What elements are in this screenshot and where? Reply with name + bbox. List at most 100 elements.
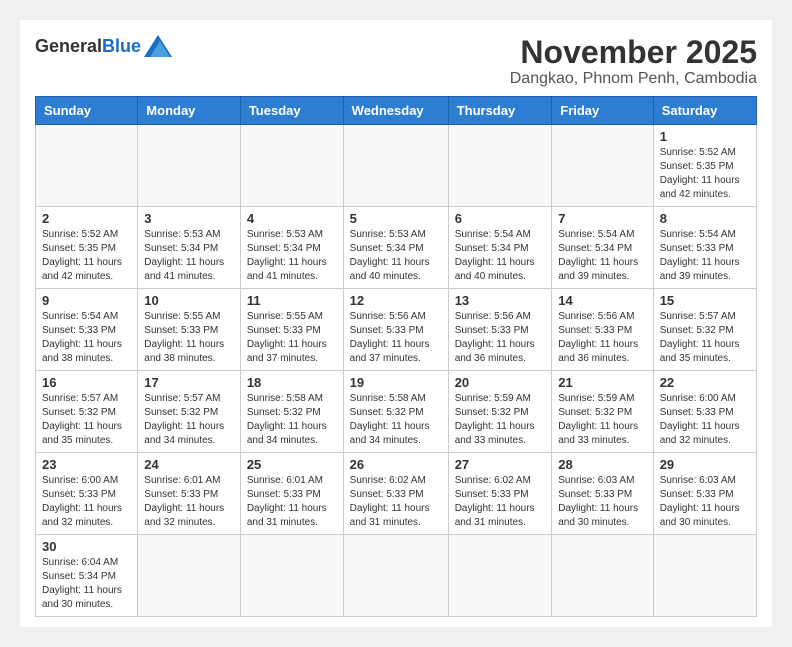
day-info: Sunrise: 5:57 AM Sunset: 5:32 PM Dayligh… — [660, 310, 750, 366]
day-number: 7 — [558, 211, 646, 226]
day-info: Sunrise: 6:03 AM Sunset: 5:33 PM Dayligh… — [558, 474, 646, 530]
calendar-week-3: 9 Sunrise: 5:54 AM Sunset: 5:33 PM Daylig… — [36, 289, 757, 371]
day-info: Sunrise: 5:54 AM Sunset: 5:34 PM Dayligh… — [558, 228, 646, 284]
day-number: 2 — [42, 211, 131, 226]
calendar-cell: 10 Sunrise: 5:55 AM Sunset: 5:33 PM Dayli… — [138, 289, 241, 371]
calendar-cell: 30 Sunrise: 6:04 AM Sunset: 5:34 PM Dayli… — [36, 535, 138, 617]
day-number: 10 — [144, 293, 234, 308]
day-number: 8 — [660, 211, 750, 226]
calendar-cell: 1 Sunrise: 5:52 AM Sunset: 5:35 PM Daylig… — [653, 125, 756, 207]
day-info: Sunrise: 6:01 AM Sunset: 5:33 PM Dayligh… — [144, 474, 234, 530]
day-number: 28 — [558, 457, 646, 472]
day-number: 30 — [42, 539, 131, 554]
calendar-cell — [138, 535, 241, 617]
calendar-cell: 15 Sunrise: 5:57 AM Sunset: 5:32 PM Dayli… — [653, 289, 756, 371]
calendar-cell: 4Sunrise: 5:53 AM Sunset: 5:34 PM Daylig… — [240, 207, 343, 289]
day-info: Sunrise: 6:00 AM Sunset: 5:33 PM Dayligh… — [660, 392, 750, 448]
calendar-cell: 27 Sunrise: 6:02 AM Sunset: 5:33 PM Dayli… — [448, 453, 552, 535]
weekday-header-friday: Friday — [552, 97, 653, 125]
day-info: Sunrise: 5:59 AM Sunset: 5:32 PM Dayligh… — [558, 392, 646, 448]
day-number: 29 — [660, 457, 750, 472]
day-info: Sunrise: 5:55 AM Sunset: 5:33 PM Dayligh… — [144, 310, 234, 366]
day-info: Sunrise: 6:04 AM Sunset: 5:34 PM Dayligh… — [42, 556, 131, 612]
calendar-cell: 2Sunrise: 5:52 AM Sunset: 5:35 PM Daylig… — [36, 207, 138, 289]
calendar-cell — [343, 535, 448, 617]
calendar-cell: 28 Sunrise: 6:03 AM Sunset: 5:33 PM Dayli… — [552, 453, 653, 535]
day-number: 11 — [247, 293, 337, 308]
day-number: 24 — [144, 457, 234, 472]
calendar-week-5: 23 Sunrise: 6:00 AM Sunset: 5:33 PM Dayli… — [36, 453, 757, 535]
day-number: 19 — [350, 375, 442, 390]
day-number: 6 — [455, 211, 546, 226]
day-info: Sunrise: 5:53 AM Sunset: 5:34 PM Dayligh… — [350, 228, 442, 284]
calendar-week-6: 30 Sunrise: 6:04 AM Sunset: 5:34 PM Dayli… — [36, 535, 757, 617]
logo-blue-text: Blue — [102, 36, 141, 57]
day-info: Sunrise: 5:59 AM Sunset: 5:32 PM Dayligh… — [455, 392, 546, 448]
calendar-cell: 9 Sunrise: 5:54 AM Sunset: 5:33 PM Daylig… — [36, 289, 138, 371]
calendar-cell: 22Sunrise: 6:00 AM Sunset: 5:33 PM Dayli… — [653, 371, 756, 453]
day-info: Sunrise: 5:57 AM Sunset: 5:32 PM Dayligh… — [144, 392, 234, 448]
day-number: 12 — [350, 293, 442, 308]
day-info: Sunrise: 5:56 AM Sunset: 5:33 PM Dayligh… — [350, 310, 442, 366]
calendar-cell — [653, 535, 756, 617]
calendar-page: General Blue November 2025 Dangkao, Phno… — [20, 20, 772, 627]
calendar-cell: 11Sunrise: 5:55 AM Sunset: 5:33 PM Dayli… — [240, 289, 343, 371]
calendar-cell: 20 Sunrise: 5:59 AM Sunset: 5:32 PM Dayli… — [448, 371, 552, 453]
day-info: Sunrise: 5:54 AM Sunset: 5:33 PM Dayligh… — [42, 310, 131, 366]
day-info: Sunrise: 6:02 AM Sunset: 5:33 PM Dayligh… — [455, 474, 546, 530]
day-info: Sunrise: 5:56 AM Sunset: 5:33 PM Dayligh… — [558, 310, 646, 366]
calendar-cell: 16Sunrise: 5:57 AM Sunset: 5:32 PM Dayli… — [36, 371, 138, 453]
calendar-cell: 13 Sunrise: 5:56 AM Sunset: 5:33 PM Dayli… — [448, 289, 552, 371]
calendar-cell: 12 Sunrise: 5:56 AM Sunset: 5:33 PM Dayli… — [343, 289, 448, 371]
day-number: 23 — [42, 457, 131, 472]
calendar-cell — [240, 535, 343, 617]
calendar-cell: 14Sunrise: 5:56 AM Sunset: 5:33 PM Dayli… — [552, 289, 653, 371]
calendar-cell — [448, 125, 552, 207]
day-number: 4 — [247, 211, 337, 226]
day-info: Sunrise: 6:02 AM Sunset: 5:33 PM Dayligh… — [350, 474, 442, 530]
weekday-header-sunday: Sunday — [36, 97, 138, 125]
day-number: 21 — [558, 375, 646, 390]
calendar-cell — [240, 125, 343, 207]
day-number: 9 — [42, 293, 131, 308]
calendar-week-4: 16 Sunrise: 5:57 AM Sunset: 5:32 PM Dayli… — [36, 371, 757, 453]
day-number: 15 — [660, 293, 750, 308]
calendar-cell: 23 Sunrise: 6:00 AM Sunset: 5:33 PM Dayli… — [36, 453, 138, 535]
day-info: Sunrise: 5:52 AM Sunset: 5:35 PM Dayligh… — [660, 146, 750, 202]
day-number: 16 — [42, 375, 131, 390]
day-number: 27 — [455, 457, 546, 472]
day-number: 13 — [455, 293, 546, 308]
day-number: 1 — [660, 129, 750, 144]
calendar-cell: 26 Sunrise: 6:02 AM Sunset: 5:33 PM Dayli… — [343, 453, 448, 535]
header: General Blue November 2025 Dangkao, Phno… — [35, 35, 757, 88]
calendar-cell: 19Sunrise: 5:58 AM Sunset: 5:32 PM Dayli… — [343, 371, 448, 453]
logo: General Blue — [35, 35, 172, 57]
weekday-header-row: SundayMondayTuesdayWednesdayThursdayFrid… — [36, 97, 757, 125]
calendar-week-1: 1 Sunrise: 5:52 AM Sunset: 5:35 PM Daylig… — [36, 125, 757, 207]
calendar-cell: 24 Sunrise: 6:01 AM Sunset: 5:33 PM Dayli… — [138, 453, 241, 535]
calendar-cell — [36, 125, 138, 207]
calendar-cell: 6 Sunrise: 5:54 AM Sunset: 5:34 PM Daylig… — [448, 207, 552, 289]
calendar-cell: 5Sunrise: 5:53 AM Sunset: 5:34 PM Daylig… — [343, 207, 448, 289]
day-info: Sunrise: 6:01 AM Sunset: 5:33 PM Dayligh… — [247, 474, 337, 530]
logo-icon — [144, 35, 172, 57]
weekday-header-wednesday: Wednesday — [343, 97, 448, 125]
calendar-week-2: 2Sunrise: 5:52 AM Sunset: 5:35 PM Daylig… — [36, 207, 757, 289]
day-number: 26 — [350, 457, 442, 472]
calendar-table: SundayMondayTuesdayWednesdayThursdayFrid… — [35, 96, 757, 617]
calendar-cell — [552, 535, 653, 617]
day-number: 18 — [247, 375, 337, 390]
day-info: Sunrise: 5:54 AM Sunset: 5:33 PM Dayligh… — [660, 228, 750, 284]
day-info: Sunrise: 6:00 AM Sunset: 5:33 PM Dayligh… — [42, 474, 131, 530]
logo-general-text: General — [35, 36, 102, 57]
calendar-cell — [448, 535, 552, 617]
weekday-header-saturday: Saturday — [653, 97, 756, 125]
day-number: 17 — [144, 375, 234, 390]
calendar-cell — [552, 125, 653, 207]
day-info: Sunrise: 5:54 AM Sunset: 5:34 PM Dayligh… — [455, 228, 546, 284]
calendar-cell: 3Sunrise: 5:53 AM Sunset: 5:34 PM Daylig… — [138, 207, 241, 289]
day-info: Sunrise: 5:56 AM Sunset: 5:33 PM Dayligh… — [455, 310, 546, 366]
day-number: 20 — [455, 375, 546, 390]
calendar-cell: 29Sunrise: 6:03 AM Sunset: 5:33 PM Dayli… — [653, 453, 756, 535]
calendar-cell: 8 Sunrise: 5:54 AM Sunset: 5:33 PM Daylig… — [653, 207, 756, 289]
